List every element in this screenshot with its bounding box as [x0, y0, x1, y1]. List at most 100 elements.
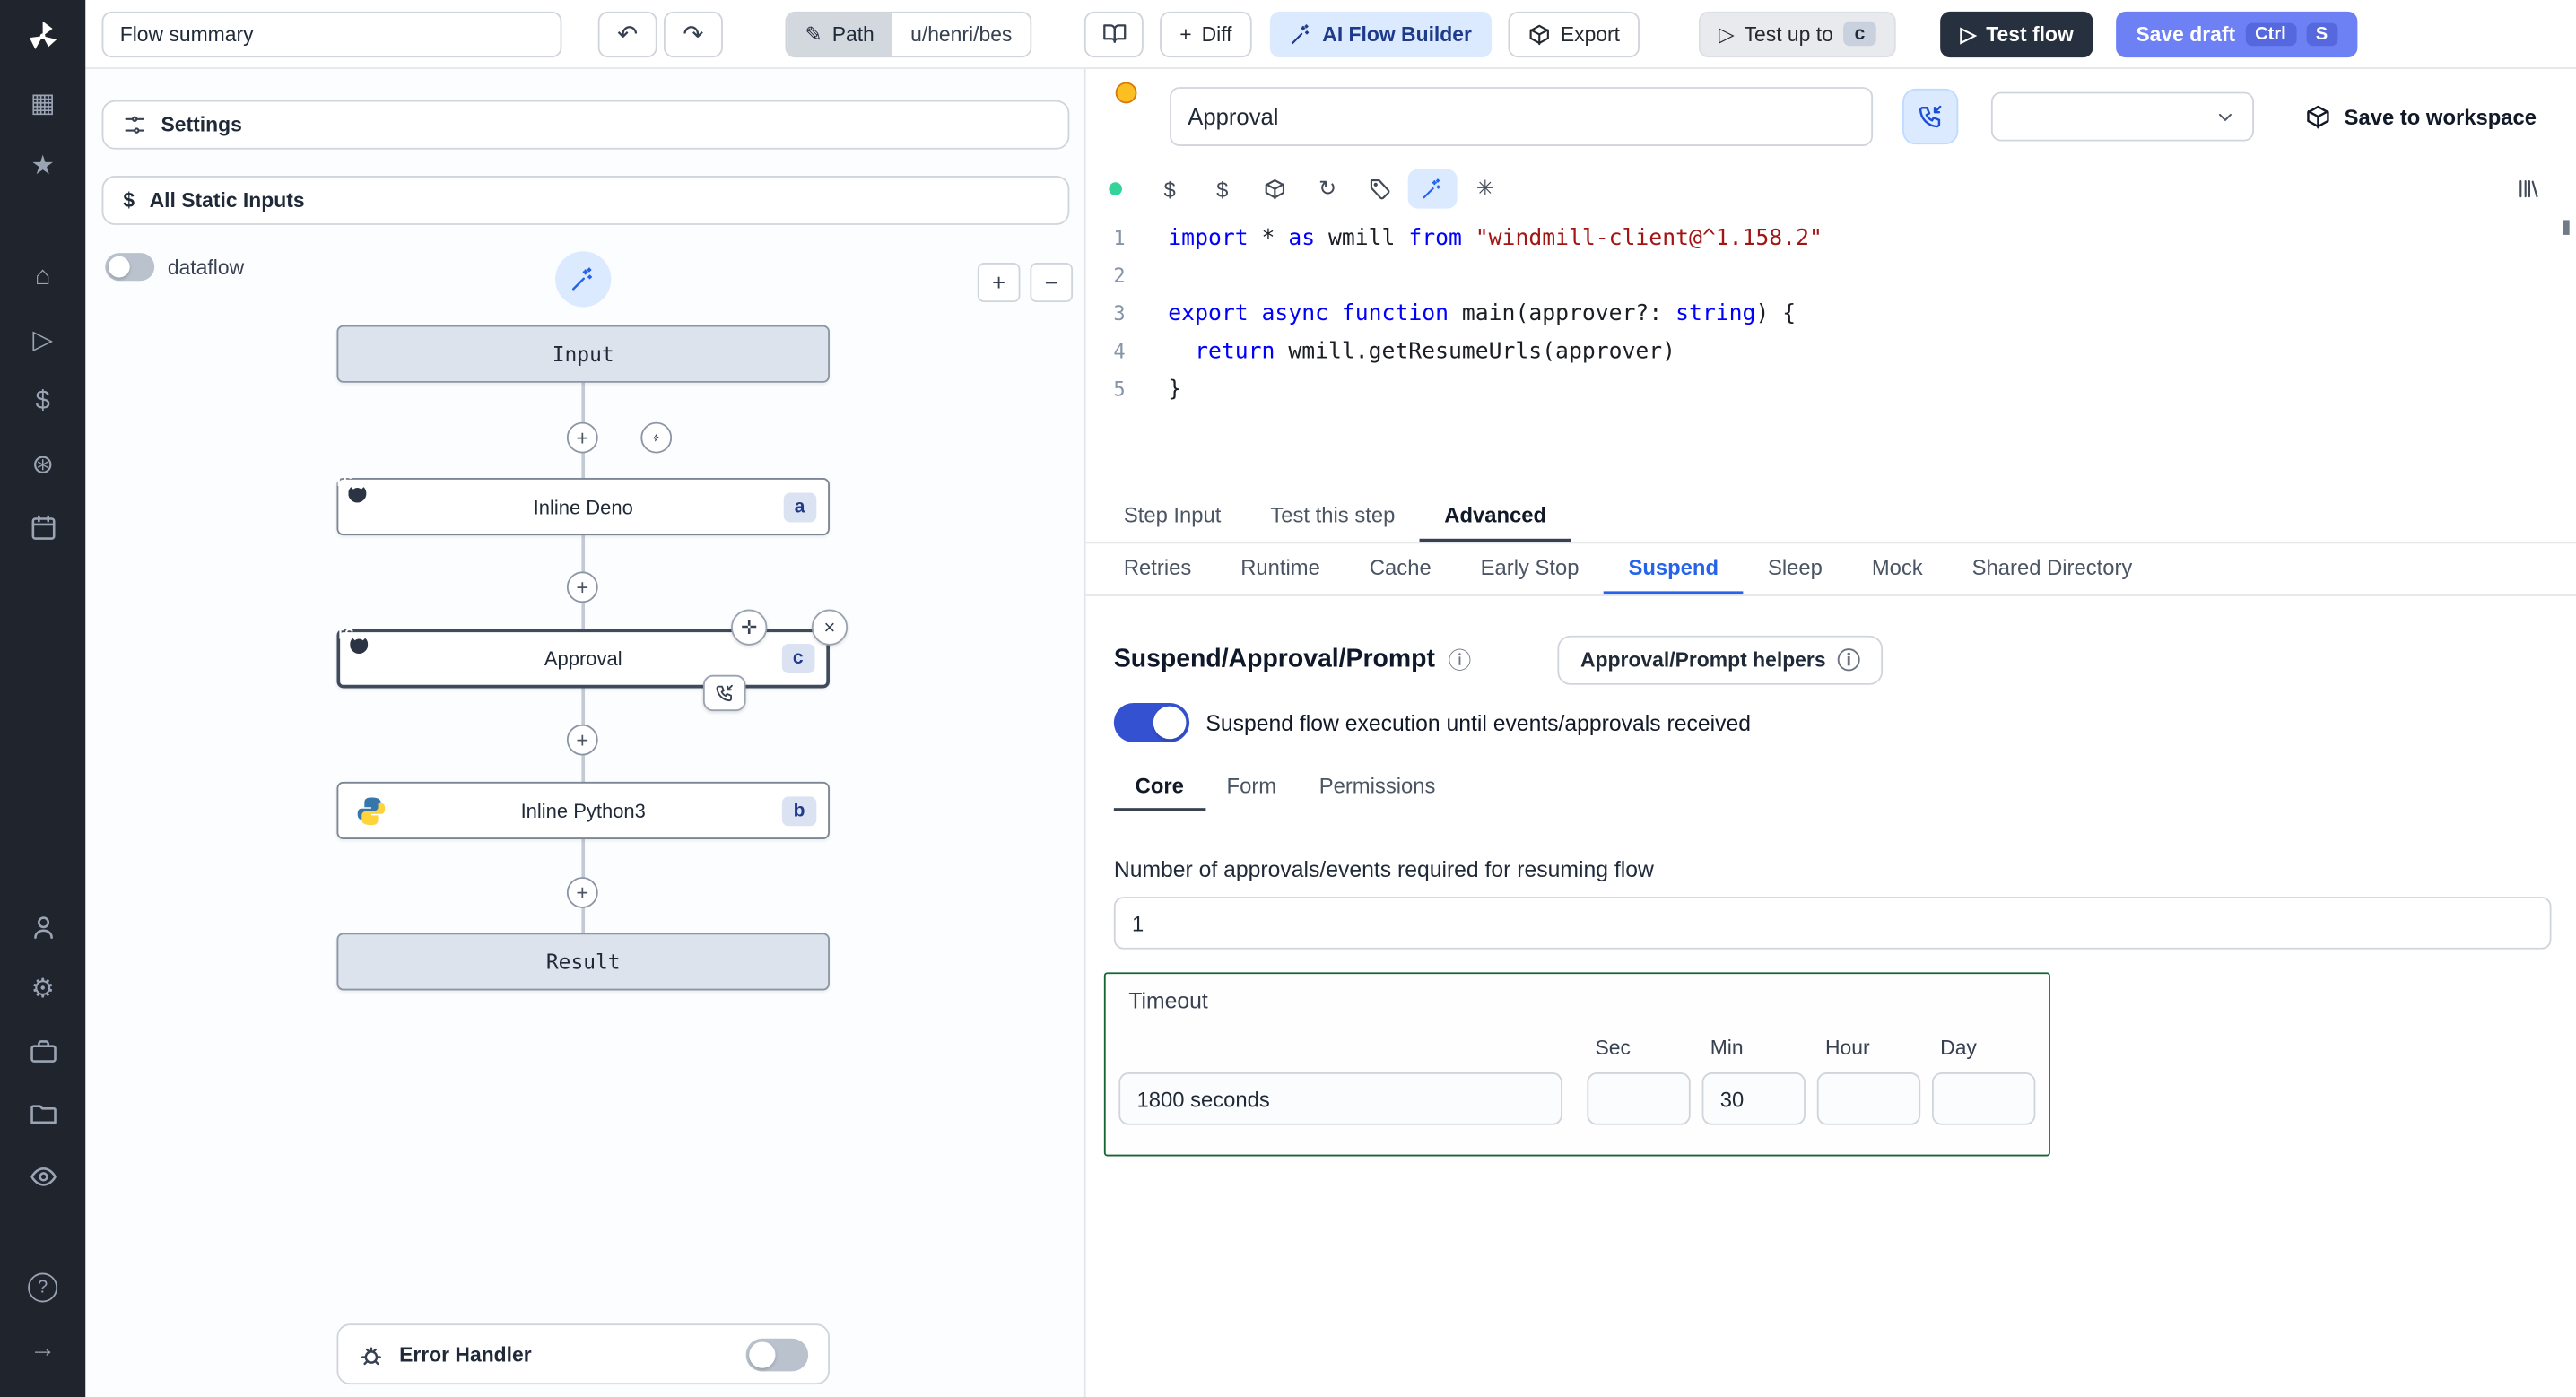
flow-summary-input[interactable]: [101, 10, 562, 57]
flow-node-input[interactable]: Input: [336, 325, 830, 383]
close-icon: ×: [823, 615, 836, 639]
path-control[interactable]: ✎ Path u/henri/bes: [785, 10, 1032, 57]
suspend-toggle[interactable]: [1113, 702, 1190, 742]
ai-step-wand-button[interactable]: [555, 251, 612, 308]
tab-retries[interactable]: Retries: [1099, 543, 1215, 594]
info-icon[interactable]: ⓘ: [1449, 644, 1472, 677]
error-handler-row[interactable]: Error Handler: [336, 1323, 830, 1385]
tab-advanced[interactable]: Advanced: [1419, 490, 1571, 542]
tab-core[interactable]: Core: [1113, 762, 1205, 811]
code-editor[interactable]: 1 import * as wmill from "windmill-client…: [1086, 217, 2576, 490]
tab-mock[interactable]: Mock: [1847, 543, 1947, 594]
tab-form[interactable]: Form: [1205, 762, 1298, 811]
sidebar-item-variables[interactable]: $: [0, 377, 85, 427]
export-button[interactable]: Export: [1508, 10, 1640, 57]
suspend-indicator-button[interactable]: [702, 674, 746, 712]
timeout-min-input[interactable]: [1701, 1072, 1806, 1125]
sidebar-item-settings[interactable]: ⚙: [0, 964, 85, 1013]
flow-settings-button[interactable]: Settings: [101, 100, 1070, 150]
timeout-sec-input[interactable]: [1587, 1072, 1691, 1125]
sidebar-item-resources[interactable]: ⊛: [0, 440, 85, 490]
flow-node-result[interactable]: Result: [336, 933, 830, 991]
tab-permissions[interactable]: Permissions: [1298, 762, 1457, 811]
suspend-phone-button[interactable]: [1902, 88, 1959, 145]
insert-step-button[interactable]: +: [566, 421, 598, 454]
tab-suspend[interactable]: Suspend: [1603, 543, 1744, 595]
flow-graph-panel: Settings $ All Static Inputs dataflow + …: [85, 68, 1086, 1397]
tab-runtime[interactable]: Runtime: [1216, 543, 1345, 594]
sidebar-item-schedules[interactable]: [0, 502, 85, 551]
sidebar-item-runs[interactable]: ▷: [0, 316, 85, 365]
reset-code-button[interactable]: ↻: [1302, 169, 1352, 209]
docs-button[interactable]: [1083, 10, 1144, 57]
insert-step-button[interactable]: +: [566, 724, 598, 756]
trigger-step-button[interactable]: [640, 421, 673, 454]
approvals-count-input[interactable]: [1113, 897, 2552, 950]
sidebar-item-dashboard[interactable]: ▦: [0, 79, 85, 128]
save-to-workspace-button[interactable]: Save to workspace: [2295, 92, 2546, 142]
resource-picker-button[interactable]: $: [1197, 169, 1247, 209]
zoom-out-button[interactable]: −: [1030, 263, 1074, 303]
suspend-heading-row: Suspend/Approval/Prompt ⓘ: [1114, 636, 1471, 685]
flow-node-inline-deno[interactable]: TS Inline Deno a: [335, 473, 830, 536]
suspend-settings-panel: Suspend/Approval/Prompt ⓘ Approval/Promp…: [1086, 598, 2576, 1397]
sidebar-item-folders[interactable]: [0, 1089, 85, 1138]
sidebar-collapse-button[interactable]: →: [0, 1325, 85, 1375]
sidebar-item-favorites[interactable]: ★: [0, 142, 85, 191]
zoom-in-button[interactable]: +: [977, 263, 1021, 303]
sidebar-item-users[interactable]: [0, 902, 85, 951]
sidebar-item-workers[interactable]: [0, 1027, 85, 1076]
approval-prompt-helpers-button[interactable]: Approval/Prompt helpers ⓘ: [1557, 635, 1884, 685]
path-edit-segment[interactable]: ✎ Path: [787, 12, 892, 56]
dataflow-toggle[interactable]: [105, 253, 155, 282]
save-to-workspace-label: Save to workspace: [2344, 104, 2537, 129]
timeout-day-input[interactable]: [1931, 1072, 2036, 1125]
windmill-logo-icon: [29, 21, 57, 49]
tab-test-this-step[interactable]: Test this step: [1246, 490, 1420, 542]
script-settings-button[interactable]: ✳: [1460, 169, 1510, 209]
help-icon: ?: [28, 1272, 58, 1303]
insert-step-button[interactable]: +: [566, 877, 598, 908]
all-static-inputs-button[interactable]: $ All Static Inputs: [101, 175, 1070, 225]
error-handler-toggle[interactable]: [745, 1337, 809, 1371]
library-panel-button[interactable]: [2503, 169, 2553, 209]
timeout-seconds-input[interactable]: [1118, 1072, 1562, 1125]
redo-button[interactable]: ↷: [663, 10, 723, 57]
test-up-to-button[interactable]: ▷ Test up to c: [1698, 10, 1897, 57]
script-version-select[interactable]: [1990, 91, 2254, 142]
tag-button[interactable]: [1355, 169, 1405, 209]
ai-flow-builder-button[interactable]: AI Flow Builder: [1269, 10, 1492, 57]
sidebar-item-home[interactable]: ⌂: [0, 253, 85, 302]
hub-icon: ⊛: [31, 451, 54, 480]
flow-node-inline-python3[interactable]: Inline Python3 b: [336, 781, 830, 839]
insert-step-button[interactable]: +: [566, 571, 598, 603]
variable-picker-button[interactable]: $: [1145, 169, 1195, 209]
play-icon: ▷: [1960, 22, 1977, 47]
dollar-icon: $: [1216, 176, 1229, 202]
step-name-input[interactable]: [1170, 87, 1874, 147]
suspend-toggle-label: Suspend flow execution until events/appr…: [1205, 710, 1751, 735]
windmill-logo[interactable]: [0, 0, 85, 73]
delete-step-button[interactable]: ×: [811, 609, 849, 646]
step-label: Approval: [544, 646, 622, 671]
tab-step-input[interactable]: Step Input: [1099, 490, 1246, 542]
timeout-hour-input[interactable]: [1816, 1072, 1921, 1125]
folder-icon: [30, 1104, 56, 1124]
diff-button[interactable]: + Diff: [1160, 10, 1252, 57]
undo-button[interactable]: ↶: [597, 10, 657, 57]
tab-early-stop[interactable]: Early Stop: [1456, 543, 1604, 594]
test-flow-button[interactable]: ▷ Test flow: [1940, 10, 2093, 57]
step-id-badge: c: [1842, 21, 1877, 47]
ai-assistant-button[interactable]: [1407, 169, 1458, 209]
sidebar-item-help[interactable]: ?: [0, 1263, 85, 1313]
suspend-title: Suspend/Approval/Prompt: [1113, 645, 1435, 673]
save-draft-button[interactable]: Save draft Ctrl S: [2116, 10, 2358, 57]
tab-shared-directory[interactable]: Shared Directory: [1947, 543, 2157, 594]
tab-sleep[interactable]: Sleep: [1744, 543, 1848, 594]
library-package-button[interactable]: [1250, 169, 1300, 209]
move-step-button[interactable]: ✛: [731, 609, 768, 646]
sidebar-item-audit-logs[interactable]: [0, 1151, 85, 1201]
tab-cache[interactable]: Cache: [1345, 543, 1456, 594]
step-id-badge: a: [782, 491, 817, 522]
sliders-icon: [125, 116, 144, 134]
